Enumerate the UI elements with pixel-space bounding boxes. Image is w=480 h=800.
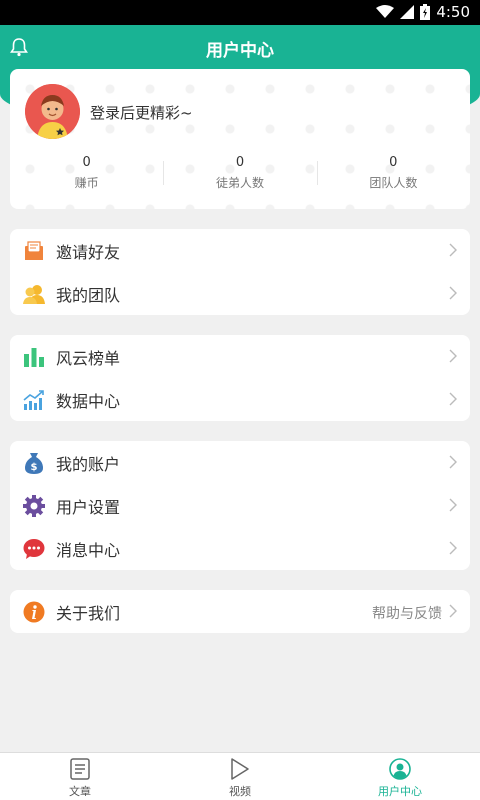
svg-text:$: $ bbox=[31, 462, 38, 473]
my-account-row[interactable]: $ 我的账户 bbox=[10, 441, 470, 484]
avatar-icon bbox=[25, 84, 80, 139]
chevron-right-icon bbox=[449, 243, 457, 257]
menu-group-stats: 风云榜单 数据中心 bbox=[10, 335, 470, 421]
menu-group-about: 关于我们 帮助与反馈 bbox=[10, 590, 470, 633]
profile-card: 登录后更精彩~ 0 赚币 0 徒弟人数 0 团队人数 bbox=[10, 69, 470, 209]
status-time: 4:50 bbox=[436, 3, 470, 21]
money-bag-icon: $ bbox=[22, 451, 46, 475]
bottom-tab-bar: 文章 视频 用户中心 bbox=[0, 752, 480, 800]
stat-value: 0 bbox=[389, 155, 398, 170]
play-icon bbox=[231, 758, 249, 780]
wifi-icon bbox=[376, 5, 395, 18]
tab-label: 视频 bbox=[229, 785, 251, 798]
data-center-row[interactable]: 数据中心 bbox=[10, 378, 470, 421]
message-center-row[interactable]: 消息中心 bbox=[10, 527, 470, 570]
envelope-icon bbox=[22, 239, 46, 263]
document-icon bbox=[70, 758, 90, 780]
about-us-label: 关于我们 bbox=[56, 603, 121, 623]
avatar[interactable] bbox=[25, 84, 80, 139]
data-center-label: 数据中心 bbox=[56, 391, 121, 411]
tab-user-center[interactable]: 用户中心 bbox=[320, 753, 480, 800]
login-prompt[interactable]: 登录后更精彩~ bbox=[90, 102, 193, 123]
stat-team[interactable]: 0 团队人数 bbox=[316, 155, 470, 195]
user-circle-icon bbox=[389, 758, 411, 780]
menu-group-social: 邀请好友 我的团队 bbox=[10, 229, 470, 315]
stat-value: 0 bbox=[82, 155, 91, 170]
message-center-label: 消息中心 bbox=[56, 540, 121, 560]
status-bar: 4:50 bbox=[0, 0, 480, 25]
tab-videos[interactable]: 视频 bbox=[160, 753, 320, 800]
chevron-right-icon bbox=[449, 541, 457, 555]
gear-icon bbox=[22, 494, 46, 518]
page-title: 用户中心 bbox=[206, 41, 274, 61]
about-us-row[interactable]: 关于我们 帮助与反馈 bbox=[10, 590, 470, 633]
user-settings-row[interactable]: 用户设置 bbox=[10, 484, 470, 527]
my-team-label: 我的团队 bbox=[56, 285, 121, 305]
stat-label: 徒弟人数 bbox=[215, 176, 264, 190]
stat-coins[interactable]: 0 赚币 bbox=[10, 155, 163, 195]
chevron-right-icon bbox=[449, 349, 457, 363]
chevron-right-icon bbox=[449, 498, 457, 512]
bar-chart-icon bbox=[22, 345, 46, 369]
invite-friends-label: 邀请好友 bbox=[56, 242, 121, 262]
chevron-right-icon bbox=[449, 455, 457, 469]
team-icon bbox=[22, 282, 46, 306]
tab-label: 用户中心 bbox=[378, 785, 422, 798]
stat-apprentices[interactable]: 0 徒弟人数 bbox=[163, 155, 316, 195]
stat-label: 团队人数 bbox=[369, 176, 418, 190]
my-team-row[interactable]: 我的团队 bbox=[10, 272, 470, 315]
chat-bubble-icon bbox=[22, 537, 46, 561]
tab-label: 文章 bbox=[69, 785, 91, 798]
chevron-right-icon bbox=[449, 286, 457, 300]
tab-articles[interactable]: 文章 bbox=[0, 753, 160, 800]
app-header: 用户中心 bbox=[0, 25, 480, 70]
signal-icon bbox=[400, 5, 415, 19]
battery-icon bbox=[420, 4, 431, 20]
stat-value: 0 bbox=[235, 155, 245, 170]
ranking-label: 风云榜单 bbox=[56, 348, 121, 368]
info-icon bbox=[22, 600, 46, 624]
stats-row: 0 赚币 0 徒弟人数 0 团队人数 bbox=[10, 155, 470, 195]
user-settings-label: 用户设置 bbox=[56, 497, 121, 517]
menu-group-account: $ 我的账户 用户设置 消息中心 bbox=[10, 441, 470, 570]
invite-friends-row[interactable]: 邀请好友 bbox=[10, 229, 470, 272]
stat-label: 赚币 bbox=[74, 176, 99, 190]
my-account-label: 我的账户 bbox=[56, 454, 121, 474]
help-feedback-label: 帮助与反馈 bbox=[372, 606, 442, 622]
chevron-right-icon bbox=[449, 392, 457, 406]
chevron-right-icon bbox=[449, 604, 457, 618]
ranking-row[interactable]: 风云榜单 bbox=[10, 335, 470, 378]
trend-chart-icon bbox=[22, 388, 46, 412]
